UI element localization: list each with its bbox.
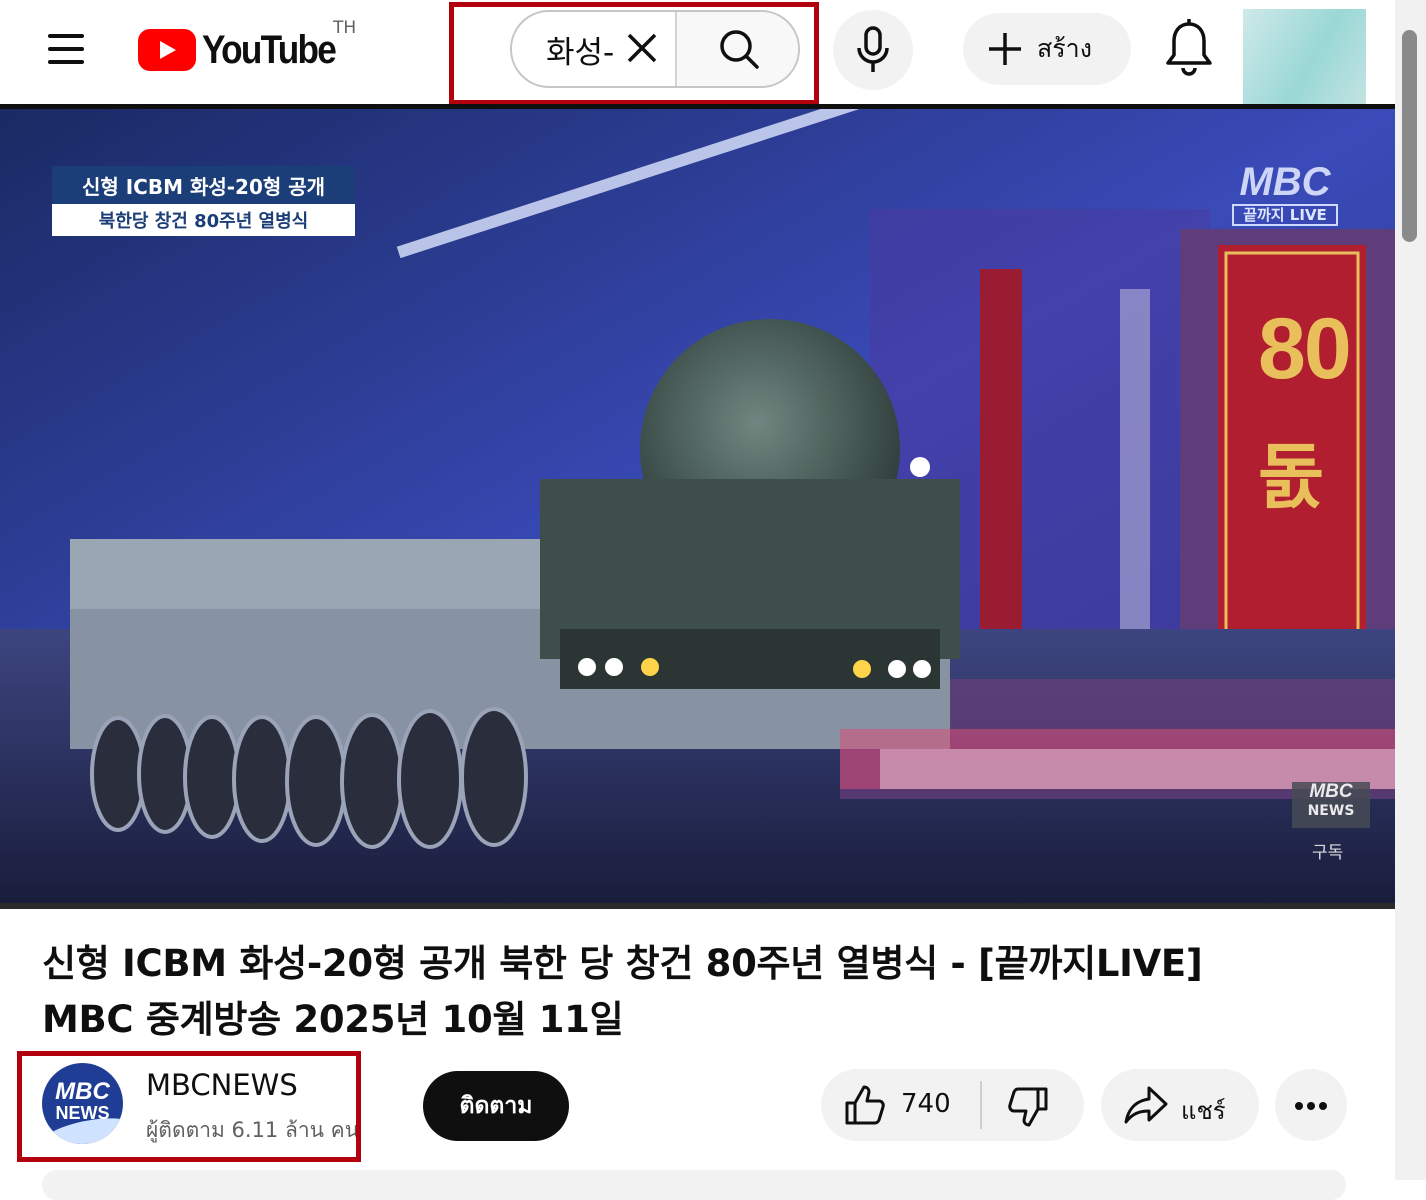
thumbs-down-icon (1008, 1087, 1048, 1127)
thumbs-up-icon (845, 1085, 885, 1125)
voice-search-button[interactable] (833, 10, 913, 90)
dislike-button[interactable] (982, 1069, 1084, 1141)
notifications-button[interactable] (1158, 16, 1220, 82)
more-dots-icon (1295, 1102, 1303, 1110)
description-box[interactable] (42, 1170, 1346, 1200)
create-button[interactable]: สร้าง (963, 13, 1131, 85)
search-highlight-box (449, 2, 819, 105)
watermark-line1: MBC (1309, 781, 1353, 802)
logo-text: YouTube (202, 27, 337, 72)
share-label: แชร์ (1181, 1097, 1226, 1125)
share-arrow-icon (1124, 1086, 1168, 1124)
video-player[interactable]: 신형 ICBM 화성-20형 공개 북한당 창건 80주년 열병식 MBC 끝까… (0, 109, 1395, 909)
like-dislike-group: 740 (821, 1069, 1084, 1141)
channel-highlight-box (17, 1051, 361, 1162)
broadcaster-logo: MBC 끝까지 LIVE (1232, 162, 1338, 226)
watermark-subscribe: 구독 (1312, 843, 1344, 863)
player-bottom-edge (0, 903, 1395, 909)
create-label: สร้าง (1037, 34, 1092, 63)
broadcaster-logo-text: MBC (1239, 160, 1331, 204)
subscribe-button[interactable]: ติดตาม (423, 1071, 569, 1141)
video-title-line2: MBC 중계방송 2025년 10월 11일 (42, 998, 624, 1041)
menu-icon[interactable] (38, 26, 94, 72)
scrollbar[interactable] (1395, 0, 1426, 1180)
masthead: YouTube TH สร้าง (0, 0, 1395, 108)
like-count: 740 (901, 1089, 951, 1119)
bell-icon (1166, 19, 1212, 76)
caption-line2: 북한당 창건 80주년 열병식 (52, 204, 355, 236)
account-avatar[interactable] (1243, 9, 1366, 108)
broadcaster-program: 끝까지 LIVE (1232, 204, 1338, 226)
plus-icon (989, 33, 1021, 65)
scrollbar-thumb[interactable] (1402, 30, 1417, 242)
youtube-logo-icon (138, 29, 196, 71)
banner-number: 80 (1258, 301, 1352, 397)
watermark-line2: NEWS (1307, 803, 1355, 819)
video-title-line1: 신형 ICBM 화성-20형 공개 북한 당 창건 80주년 열병식 - [끝까… (42, 942, 1203, 985)
youtube-logo[interactable]: YouTube (138, 22, 353, 78)
share-button[interactable]: แชร์ (1101, 1069, 1259, 1141)
country-code: TH (333, 18, 357, 38)
more-actions-button[interactable] (1275, 1069, 1347, 1141)
mic-icon (857, 26, 889, 72)
video-title: 신형 ICBM 화성-20형 공개 북한 당 창건 80주년 열병식 - [끝까… (42, 936, 1342, 1048)
caption-line1: 신형 ICBM 화성-20형 공개 (52, 166, 355, 204)
like-button[interactable]: 740 (821, 1069, 981, 1141)
channel-watermark[interactable]: MBC NEWS (1292, 782, 1370, 828)
banner-text: 돐 (1258, 435, 1325, 519)
